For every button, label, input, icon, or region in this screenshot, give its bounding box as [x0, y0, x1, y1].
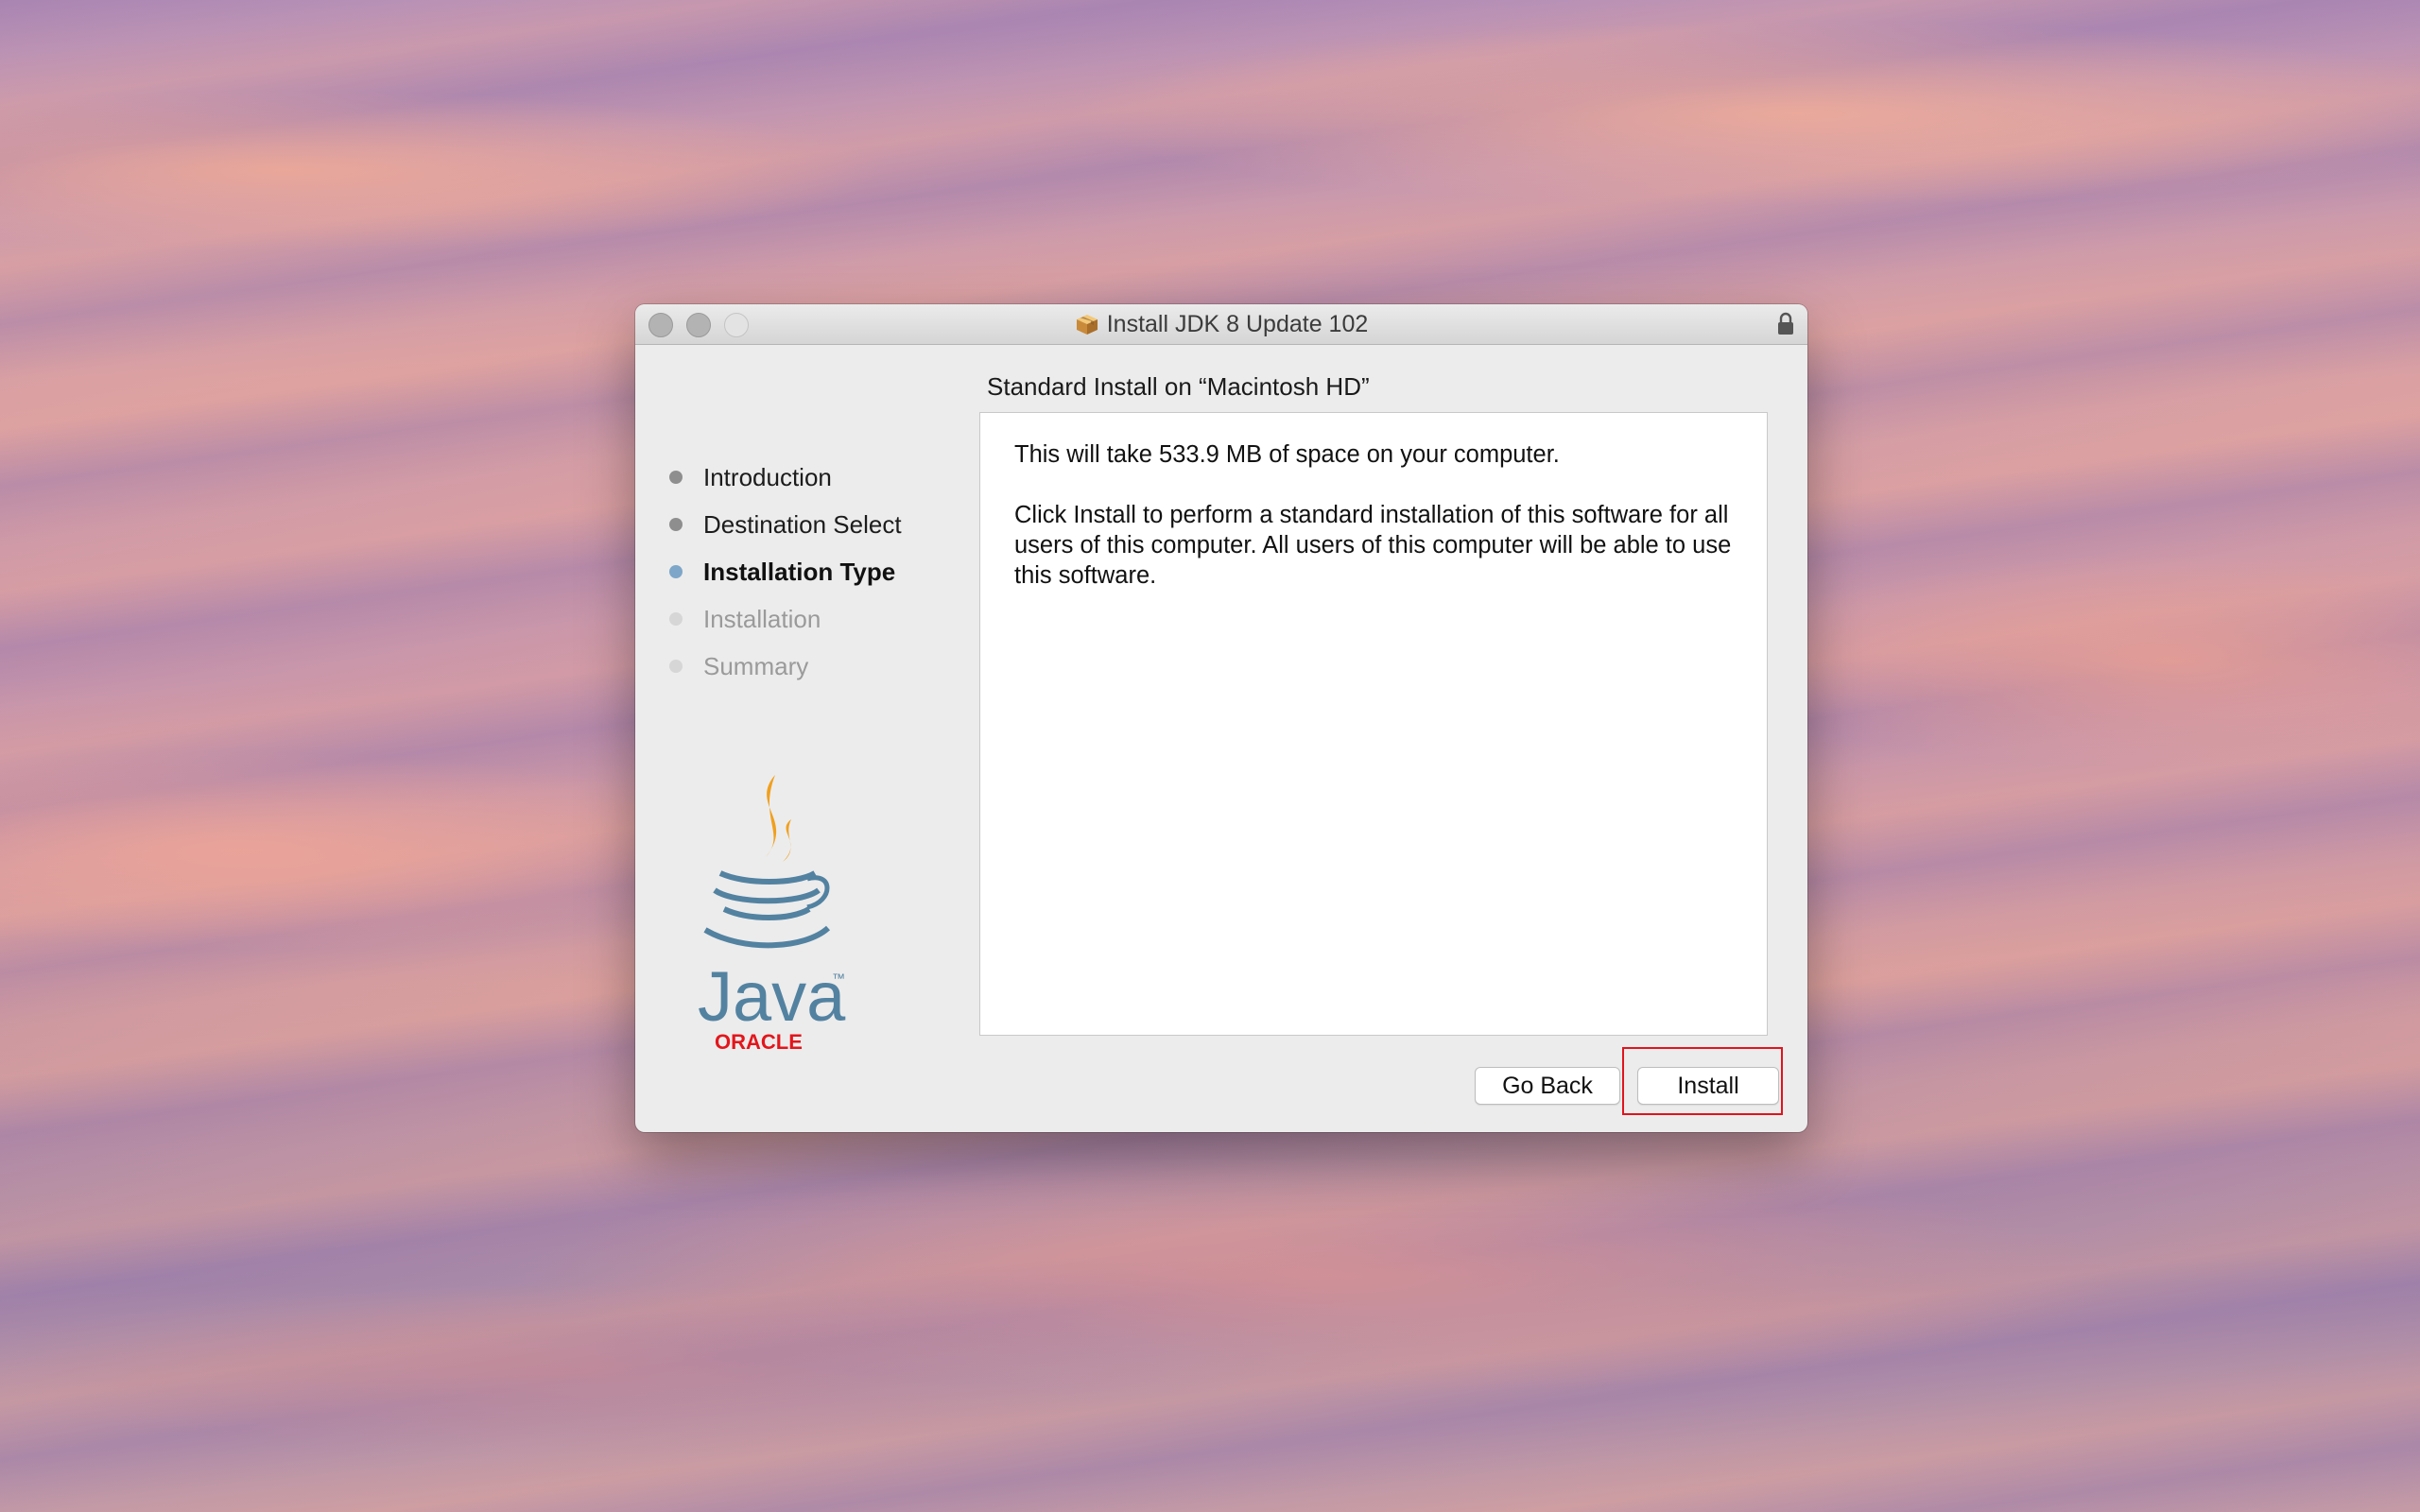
- step-bullet: [669, 565, 683, 578]
- step-summary: Summary: [669, 643, 902, 690]
- installer-window: Install JDK 8 Update 102 Standard Instal…: [635, 304, 1807, 1132]
- step-label: Destination Select: [703, 509, 902, 539]
- space-required-text: This will take 533.9 MB of space on your…: [1014, 441, 1560, 468]
- step-destination-select: Destination Select: [669, 501, 902, 548]
- title-bar[interactable]: Install JDK 8 Update 102: [635, 304, 1807, 345]
- step-bullet: [669, 471, 683, 484]
- step-bullet: [669, 660, 683, 673]
- java-logo: Java ™ ORACLE: [698, 775, 846, 1054]
- step-introduction: Introduction: [669, 454, 902, 501]
- go-back-button[interactable]: Go Back: [1475, 1067, 1620, 1105]
- step-list: Introduction Destination Select Installa…: [669, 454, 902, 690]
- oracle-wordmark: ORACLE: [715, 1030, 803, 1054]
- step-label: Installation Type: [703, 557, 896, 586]
- package-icon: [1076, 315, 1098, 335]
- step-label: Installation: [703, 604, 821, 633]
- step-bullet: [669, 518, 683, 531]
- window-title: Install JDK 8 Update 102: [1106, 310, 1369, 337]
- step-bullet: [669, 612, 683, 626]
- window-title-group: Install JDK 8 Update 102: [635, 304, 1807, 344]
- trademark-mark: ™: [832, 971, 845, 986]
- step-installation-type: Installation Type: [669, 548, 902, 595]
- step-installation: Installation: [669, 595, 902, 643]
- page-heading: Standard Install on “Macintosh HD”: [987, 372, 1370, 401]
- install-highlight-box: [1622, 1047, 1783, 1115]
- lock-icon[interactable]: [1775, 312, 1796, 336]
- step-label: Summary: [703, 651, 809, 680]
- content-panel: This will take 533.9 MB of space on your…: [979, 412, 1768, 1036]
- install-description-text: Click Install to perform a standard inst…: [1014, 502, 1732, 589]
- java-wordmark: Java: [698, 957, 846, 1036]
- step-label: Introduction: [703, 462, 832, 491]
